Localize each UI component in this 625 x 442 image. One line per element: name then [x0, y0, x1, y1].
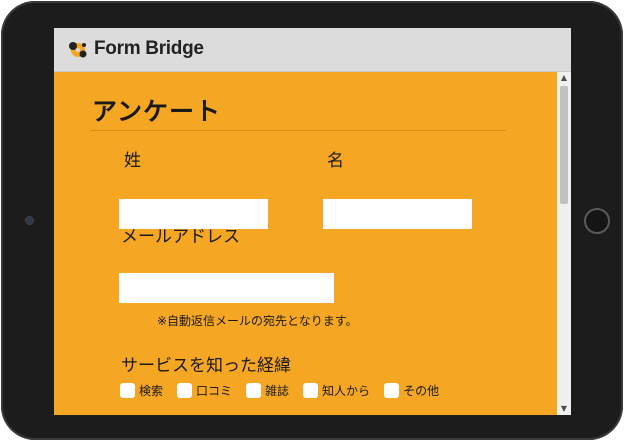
- first-name-label: 名: [327, 151, 344, 171]
- checkbox-label: 知人から: [322, 384, 371, 398]
- scroll-up-icon[interactable]: ▲: [557, 72, 571, 84]
- email-note: ※自動返信メールの宛先となります。: [157, 314, 358, 328]
- app-logo-text: Form Bridge: [94, 38, 204, 59]
- checkbox-option-acquaintance[interactable]: 知人から: [303, 382, 370, 399]
- tablet-frame: Form Bridge アンケート 姓 名 メールアドレス ※自動返信メールの宛…: [1, 1, 623, 440]
- email-label: メールアドレス: [121, 227, 240, 247]
- screen: Form Bridge アンケート 姓 名 メールアドレス ※自動返信メールの宛…: [54, 28, 571, 415]
- checkbox-label: その他: [403, 384, 440, 398]
- checkbox-option-magazine[interactable]: 雑誌: [246, 382, 289, 399]
- checkbox[interactable]: [384, 383, 400, 398]
- checkbox-label: 雑誌: [265, 384, 290, 398]
- source-checkbox-group: 検索 口コミ 雑誌 知人から その他: [120, 382, 453, 399]
- checkbox-label: 口コミ: [196, 384, 233, 398]
- app-header: Form Bridge: [54, 28, 571, 72]
- title-divider: [90, 130, 506, 131]
- form-title: アンケート: [92, 97, 222, 126]
- last-name-label: 姓: [124, 151, 141, 171]
- scroll-thumb[interactable]: [560, 86, 568, 204]
- checkbox-option-other[interactable]: その他: [384, 382, 439, 399]
- checkbox[interactable]: [303, 383, 319, 398]
- checkbox-option-word-of-mouth[interactable]: 口コミ: [177, 382, 232, 399]
- vertical-scrollbar[interactable]: ▲ ▼: [557, 72, 571, 415]
- email-input[interactable]: [119, 273, 334, 303]
- camera-dot: [26, 217, 33, 224]
- checkbox[interactable]: [177, 383, 193, 398]
- first-name-input[interactable]: [323, 199, 472, 229]
- form-bridge-logo-icon: [69, 42, 87, 58]
- home-button[interactable]: [584, 208, 610, 234]
- checkbox[interactable]: [120, 383, 135, 398]
- checkbox-option-search[interactable]: 検索: [120, 382, 163, 399]
- form-content: アンケート 姓 名 メールアドレス ※自動返信メールの宛先となります。 サービス…: [54, 72, 557, 415]
- source-label: サービスを知った経緯: [121, 356, 291, 376]
- checkbox-label: 検索: [139, 384, 164, 398]
- checkbox[interactable]: [246, 383, 262, 398]
- scroll-down-icon[interactable]: ▼: [557, 403, 571, 415]
